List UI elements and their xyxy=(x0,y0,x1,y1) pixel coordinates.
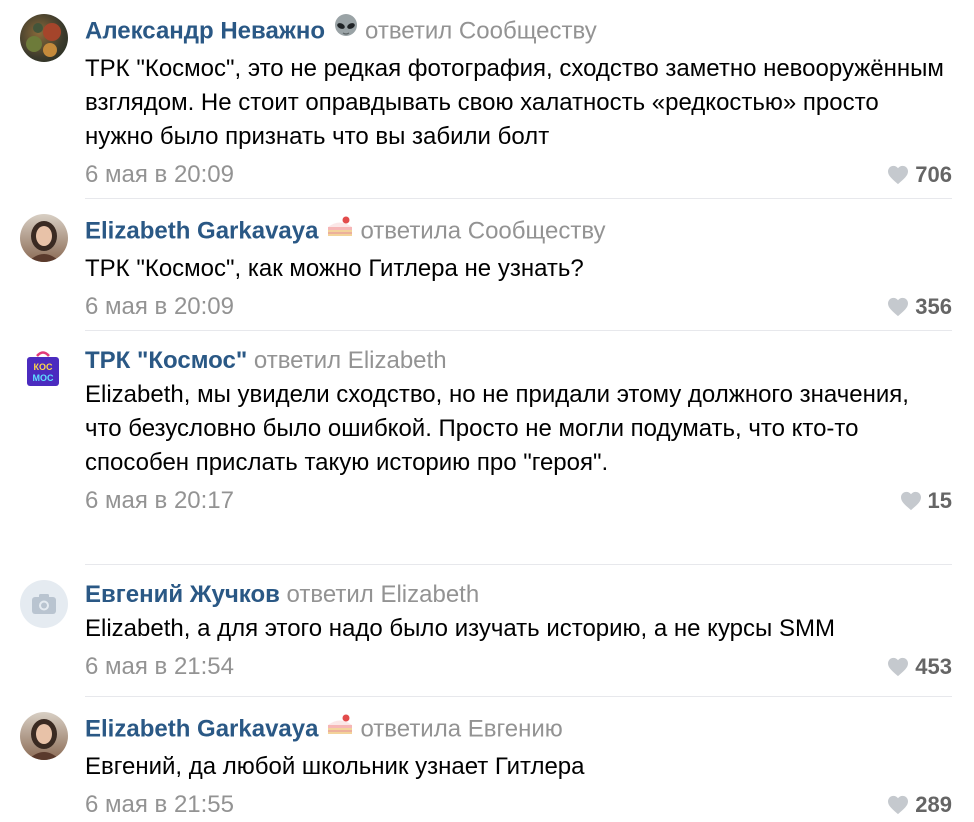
heart-icon xyxy=(888,165,909,185)
comment-header: Elizabeth Garkavaya ответила Евгению xyxy=(85,712,952,748)
comment-header: ТРК "Космос" ответил Elizabeth xyxy=(85,346,952,376)
comment-text: Elizabeth, мы увидели сходство, но не пр… xyxy=(85,381,916,476)
comment-meta: 6 мая в 21:54 453 xyxy=(85,650,952,684)
avatar[interactable] xyxy=(20,214,68,262)
comment-meta: 6 мая в 20:17 15 xyxy=(85,484,952,518)
reply-action[interactable]: ответила Евгению xyxy=(360,715,562,742)
svg-text:МОС: МОС xyxy=(33,373,54,383)
heart-icon xyxy=(888,657,909,677)
heart-icon xyxy=(900,491,921,511)
heart-icon xyxy=(888,297,909,317)
comment-item: Александр Неважно ответил Сообществу ТРК… xyxy=(0,0,974,200)
author-name[interactable]: Александр Неважно xyxy=(85,17,325,44)
like-button[interactable]: 289 xyxy=(887,788,952,822)
comment-item: КОС МОС ТРК "Космос" ответил Elizabeth E… xyxy=(0,332,974,566)
cake-icon xyxy=(326,214,354,246)
reply-action[interactable]: ответил Сообществу xyxy=(365,17,597,44)
author-name[interactable]: ТРК "Космос" xyxy=(85,347,247,374)
like-count: 453 xyxy=(915,654,952,679)
author-name[interactable]: Elizabeth Garkavaya xyxy=(85,715,318,742)
comment-text: ТРК "Космос", как можно Гитлера не узнат… xyxy=(85,255,584,282)
reply-action[interactable]: ответил Elizabeth xyxy=(254,347,447,374)
comment-date[interactable]: 6 мая в 21:54 xyxy=(85,653,234,680)
avatar[interactable] xyxy=(20,712,68,760)
like-button[interactable]: 706 xyxy=(887,158,952,192)
divider xyxy=(85,564,952,565)
avatar[interactable] xyxy=(20,580,68,628)
like-button[interactable]: 356 xyxy=(887,290,952,324)
comment-text: Elizabeth, а для этого надо было изучать… xyxy=(85,615,835,642)
comment-item: Евгений Жучков ответил Elizabeth Elizabe… xyxy=(0,566,974,698)
divider xyxy=(85,696,952,697)
avatar[interactable] xyxy=(20,14,68,62)
community-logo[interactable]: КОС МОС xyxy=(24,350,62,388)
comment-item: Elizabeth Garkavaya ответила Евгению Евг… xyxy=(0,698,974,822)
divider xyxy=(85,330,952,331)
like-count: 356 xyxy=(915,294,952,319)
comment-header: Александр Неважно ответил Сообществу xyxy=(85,14,952,50)
comment-meta: 6 мая в 20:09 356 xyxy=(85,290,952,324)
comment-item: Elizabeth Garkavaya ответила Сообществу … xyxy=(0,200,974,332)
comment-date[interactable]: 6 мая в 20:09 xyxy=(85,161,234,188)
svg-text:КОС: КОС xyxy=(34,362,53,372)
heart-icon xyxy=(888,795,909,815)
like-button[interactable]: 453 xyxy=(887,650,952,684)
reply-action[interactable]: ответил Elizabeth xyxy=(287,581,480,608)
comment-header: Евгений Жучков ответил Elizabeth xyxy=(85,580,952,610)
author-name[interactable]: Евгений Жучков xyxy=(85,581,280,608)
reply-action[interactable]: ответила Сообществу xyxy=(360,217,605,244)
comment-date[interactable]: 6 мая в 20:09 xyxy=(85,293,234,320)
like-button[interactable]: 15 xyxy=(900,484,952,518)
like-count: 15 xyxy=(927,488,952,513)
comment-date[interactable]: 6 мая в 21:55 xyxy=(85,791,234,818)
comment-meta: 6 мая в 21:55 289 xyxy=(85,788,952,822)
comment-meta: 6 мая в 20:09 706 xyxy=(85,158,952,192)
alien-icon xyxy=(333,14,359,46)
comment-header: Elizabeth Garkavaya ответила Сообществу xyxy=(85,214,952,250)
like-count: 289 xyxy=(915,792,952,817)
author-name[interactable]: Elizabeth Garkavaya xyxy=(85,217,318,244)
like-count: 706 xyxy=(915,162,952,187)
comment-text: Евгений, да любой школьник узнает Гитлер… xyxy=(85,753,585,780)
comment-text: ТРК "Космос", это не редкая фотография, … xyxy=(85,55,951,150)
camera-icon xyxy=(32,594,56,614)
divider xyxy=(85,198,952,199)
comment-date[interactable]: 6 мая в 20:17 xyxy=(85,487,234,514)
cake-icon xyxy=(326,712,354,744)
